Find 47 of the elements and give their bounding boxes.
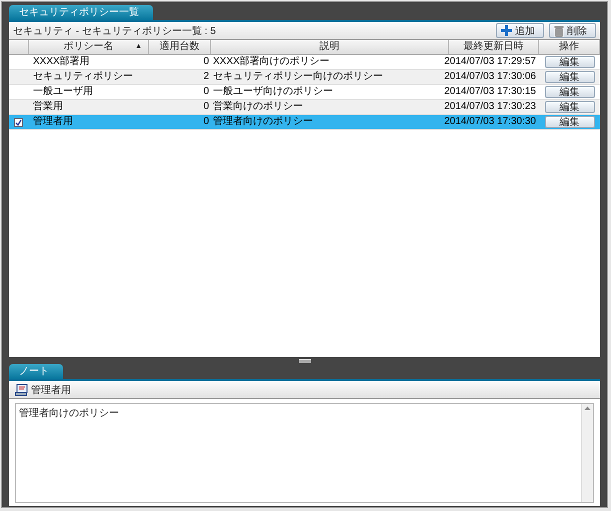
table-row[interactable]: セキュリティポリシー 2 セキュリティポリシー向けのポリシー 2014/07/03 17:30:06 編集 — [9, 70, 600, 85]
note-title: 管理者用 — [31, 384, 71, 396]
tab[interactable]: セキュリティポリシー一覧 — [9, 5, 153, 20]
edit-button[interactable]: 編集 — [544, 86, 594, 98]
table-cell: 0 — [203, 85, 209, 99]
table-cell: セキュリティポリシー — [33, 70, 133, 84]
table-cell: 管理者向けのポリシー — [213, 115, 313, 129]
checkbox[interactable] — [14, 118, 23, 126]
trash-icon — [554, 24, 564, 36]
table-cell: 一般ユーザ用 — [33, 85, 93, 99]
column-header[interactable]: 最終更新日時 — [449, 40, 539, 54]
table-cell: 管理者用 — [33, 115, 73, 129]
column-header[interactable]: 操作 — [539, 40, 600, 54]
list-title: セキュリティ - セキュリティポリシー一覧 : 5 — [13, 24, 216, 38]
table-cell: セキュリティポリシー向けのポリシー — [213, 70, 383, 84]
table-cell: 0 — [203, 100, 209, 114]
table-cell: 0 — [203, 115, 209, 129]
edit-button[interactable]: 編集 — [544, 116, 594, 128]
table-cell: 2014/07/03 17:30:06 — [444, 70, 536, 84]
table-cell: XXXX部署用 — [33, 55, 90, 69]
table-cell: 2 — [203, 70, 209, 84]
column-header[interactable]: 説明 — [211, 40, 449, 54]
delete-button[interactable]: 削除 — [549, 23, 596, 38]
table-cell: 2014/07/03 17:30:15 — [444, 85, 536, 99]
edit-button[interactable]: 編集 — [544, 71, 594, 83]
scroll-up-icon[interactable] — [584, 404, 591, 412]
table-cell: 2014/07/03 17:30:23 — [444, 100, 536, 114]
add-button[interactable]: 追加 — [496, 23, 544, 38]
table-cell: 営業向けのポリシー — [213, 100, 303, 114]
note-icon — [15, 384, 28, 396]
table-cell: 0 — [203, 55, 209, 69]
table-cell: 一般ユーザ向けのポリシー — [213, 85, 333, 99]
table-cell: 2014/07/03 17:30:30 — [444, 115, 536, 129]
table-row[interactable]: 営業用 0 営業向けのポリシー 2014/07/03 17:30:23 編集 — [9, 100, 600, 115]
table-cell: XXXX部署向けのポリシー — [213, 55, 330, 69]
table-row[interactable]: 一般ユーザ用 0 一般ユーザ向けのポリシー 2014/07/03 17:30:15 編集 — [9, 85, 600, 100]
column-header[interactable]: 適用台数 — [149, 40, 211, 54]
note-text-area[interactable]: 管理者向けのポリシー — [15, 403, 594, 503]
edit-button[interactable]: 編集 — [544, 101, 594, 113]
table-cell: 営業用 — [33, 100, 63, 114]
plus-icon — [501, 25, 512, 36]
table-row[interactable]: XXXX部署用 0 XXXX部署向けのポリシー 2014/07/03 17:29:57 編集 — [9, 55, 600, 70]
tab[interactable]: ノート — [9, 364, 63, 379]
edit-button[interactable]: 編集 — [544, 56, 594, 68]
table-cell: 2014/07/03 17:29:57 — [444, 55, 536, 69]
table-row[interactable]: 管理者用 0 管理者向けのポリシー 2014/07/03 17:30:30 編集 — [9, 115, 600, 130]
splitter-handle[interactable] — [298, 358, 310, 362]
